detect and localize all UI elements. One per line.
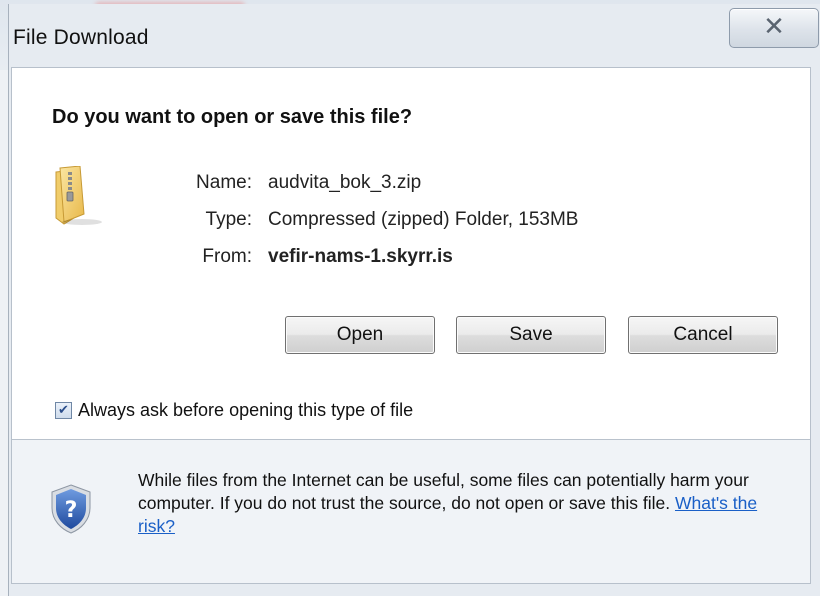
always-ask-option: ✔ Always ask before opening this type of… <box>55 400 413 421</box>
warning-message: While files from the Internet can be use… <box>138 470 749 513</box>
close-icon: ✕ <box>763 12 785 42</box>
always-ask-label[interactable]: Always ask before opening this type of f… <box>78 400 413 421</box>
type-label: Type: <box>205 209 252 230</box>
save-button[interactable]: Save <box>456 316 606 354</box>
always-ask-checkbox[interactable]: ✔ <box>55 402 72 419</box>
type-value: Compressed (zipped) Folder, 153MB <box>268 209 579 230</box>
title-bar: File Download ✕ <box>9 4 820 64</box>
checkmark-icon: ✔ <box>58 403 69 418</box>
close-button[interactable]: ✕ <box>729 8 819 48</box>
name-label: Name: <box>196 172 252 193</box>
from-label: From: <box>202 246 252 267</box>
dialog-content: Do you want to open or save this file? N… <box>11 67 811 584</box>
dialog-heading: Do you want to open or save this file? <box>52 106 413 128</box>
window-title: File Download <box>13 26 149 49</box>
from-value: vefir-nams-1.skyrr.is <box>268 246 453 267</box>
shield-question-icon: ? <box>51 484 91 534</box>
security-warning-panel: ? While files from the Internet can be u… <box>12 440 810 583</box>
file-download-dialog: File Download ✕ Do you want to open or s… <box>8 4 820 596</box>
name-value: audvita_bok_3.zip <box>268 172 422 193</box>
zip-folder-icon <box>55 166 102 225</box>
security-warning-text: While files from the Internet can be use… <box>138 469 798 538</box>
svg-text:?: ? <box>65 498 78 523</box>
open-button[interactable]: Open <box>285 316 435 354</box>
cancel-button[interactable]: Cancel <box>628 316 778 354</box>
